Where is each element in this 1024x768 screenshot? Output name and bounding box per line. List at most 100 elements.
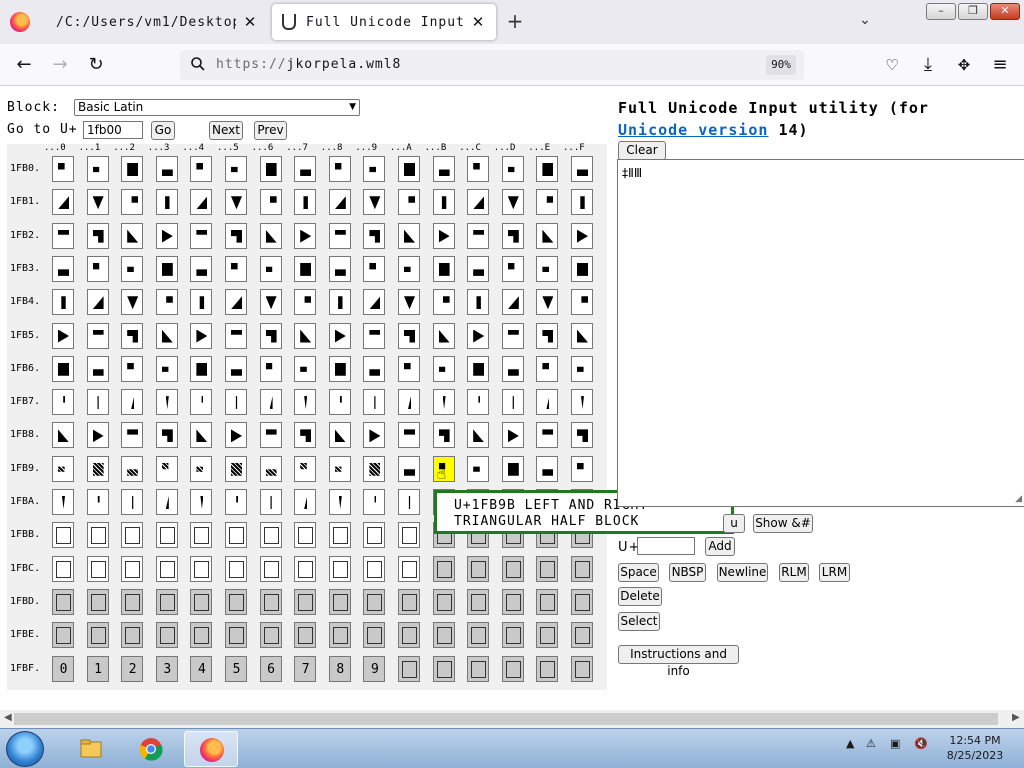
character-cell[interactable] (52, 222, 74, 249)
character-cell[interactable] (328, 355, 351, 382)
system-clock[interactable]: 12:54 PM 8/25/2023 (940, 733, 1010, 763)
instructions-button[interactable]: Instructions and info (618, 645, 739, 678)
character-cell[interactable] (259, 622, 282, 649)
character-cell[interactable] (432, 355, 455, 382)
character-cell[interactable] (536, 655, 559, 682)
list-tabs-chevron-icon[interactable]: ⌄ (856, 12, 874, 30)
character-cell[interactable] (363, 522, 386, 549)
character-cell[interactable] (467, 255, 490, 282)
character-cell[interactable] (398, 156, 420, 182)
character-cell[interactable] (398, 522, 420, 549)
character-cell[interactable] (398, 655, 420, 682)
character-cell[interactable] (52, 622, 74, 649)
character-cell[interactable] (398, 389, 420, 416)
character-cell[interactable] (190, 522, 213, 549)
character-cell[interactable] (536, 588, 559, 615)
character-cell[interactable] (52, 255, 74, 282)
character-cell[interactable] (155, 489, 178, 515)
character-cell[interactable] (467, 555, 490, 582)
character-cell[interactable] (571, 156, 593, 182)
character-cell[interactable] (467, 189, 490, 216)
character-cell[interactable] (328, 156, 351, 182)
character-cell[interactable] (363, 289, 386, 316)
character-cell[interactable] (501, 389, 524, 416)
character-cell[interactable] (190, 156, 213, 182)
character-cell[interactable] (398, 455, 420, 482)
character-cell[interactable] (155, 422, 178, 449)
character-cell[interactable] (501, 289, 524, 316)
character-cell[interactable] (190, 422, 213, 449)
firefox-taskbar-button[interactable] (184, 731, 238, 767)
character-cell[interactable] (86, 622, 109, 649)
character-cell[interactable] (363, 156, 386, 182)
character-cell[interactable] (52, 489, 74, 515)
character-cell[interactable] (501, 156, 524, 182)
add-button[interactable]: Add (705, 537, 735, 556)
character-cell[interactable] (121, 389, 144, 416)
character-cell[interactable] (398, 422, 420, 449)
character-cell[interactable] (501, 189, 524, 216)
character-cell[interactable] (501, 255, 524, 282)
character-cell[interactable] (225, 522, 247, 549)
character-cell[interactable] (86, 588, 109, 615)
character-cell[interactable]: 5 (225, 655, 247, 682)
character-cell[interactable] (86, 522, 109, 549)
character-cell[interactable] (398, 289, 420, 316)
character-cell[interactable] (259, 422, 282, 449)
character-cell[interactable] (225, 355, 247, 382)
character-cell[interactable] (155, 289, 178, 316)
character-cell[interactable] (155, 389, 178, 416)
character-cell[interactable] (121, 222, 144, 249)
character-cell[interactable] (155, 189, 178, 216)
explorer-taskbar-button[interactable] (64, 731, 118, 767)
character-cell[interactable] (225, 322, 247, 349)
character-cell[interactable] (86, 555, 109, 582)
character-cell[interactable] (86, 422, 109, 449)
character-cell[interactable] (536, 189, 559, 216)
character-cell[interactable] (86, 389, 109, 416)
character-cell[interactable] (467, 222, 490, 249)
character-cell[interactable] (86, 355, 109, 382)
character-cell[interactable] (398, 255, 420, 282)
tab-close-icon[interactable]: ✕ (240, 12, 260, 32)
character-cell[interactable] (536, 322, 559, 349)
character-cell[interactable] (536, 156, 559, 182)
character-cell[interactable] (121, 555, 144, 582)
character-cell[interactable] (536, 289, 559, 316)
character-cell[interactable] (225, 489, 247, 515)
unicode-version-link[interactable]: Unicode version (618, 121, 768, 139)
character-cell[interactable] (225, 255, 247, 282)
character-cell[interactable] (571, 555, 593, 582)
character-cell[interactable] (467, 622, 490, 649)
character-cell[interactable] (571, 222, 593, 249)
character-cell[interactable] (536, 422, 559, 449)
character-cell[interactable] (328, 222, 351, 249)
forward-arrow-icon[interactable]: → (48, 53, 72, 77)
character-cell[interactable] (225, 289, 247, 316)
character-cell[interactable] (259, 555, 282, 582)
character-cell[interactable] (536, 455, 559, 482)
character-cell[interactable] (225, 389, 247, 416)
character-cell[interactable] (155, 588, 178, 615)
newline-button[interactable]: Newline (717, 563, 768, 582)
character-cell[interactable] (155, 255, 178, 282)
close-window-icon[interactable]: ✕ (990, 3, 1020, 20)
character-cell[interactable] (190, 455, 213, 482)
character-cell[interactable] (190, 588, 213, 615)
character-cell[interactable] (363, 455, 386, 482)
character-cell[interactable] (536, 355, 559, 382)
character-cell[interactable] (501, 622, 524, 649)
character-cell[interactable] (225, 622, 247, 649)
tab-unicode-input[interactable]: Full Unicode Input ut ✕ (272, 4, 496, 40)
show-entity-button[interactable]: Show &# (753, 514, 813, 533)
character-cell[interactable] (536, 222, 559, 249)
character-cell[interactable] (536, 255, 559, 282)
character-cell[interactable] (52, 455, 74, 482)
minimize-icon[interactable]: – (926, 3, 956, 20)
character-cell[interactable] (467, 422, 490, 449)
delete-button[interactable]: Delete (618, 587, 662, 606)
character-cell[interactable] (571, 622, 593, 649)
clear-all-button[interactable]: Clear all (618, 141, 666, 174)
character-cell[interactable] (432, 189, 455, 216)
tab-close-icon[interactable]: ✕ (468, 12, 488, 32)
